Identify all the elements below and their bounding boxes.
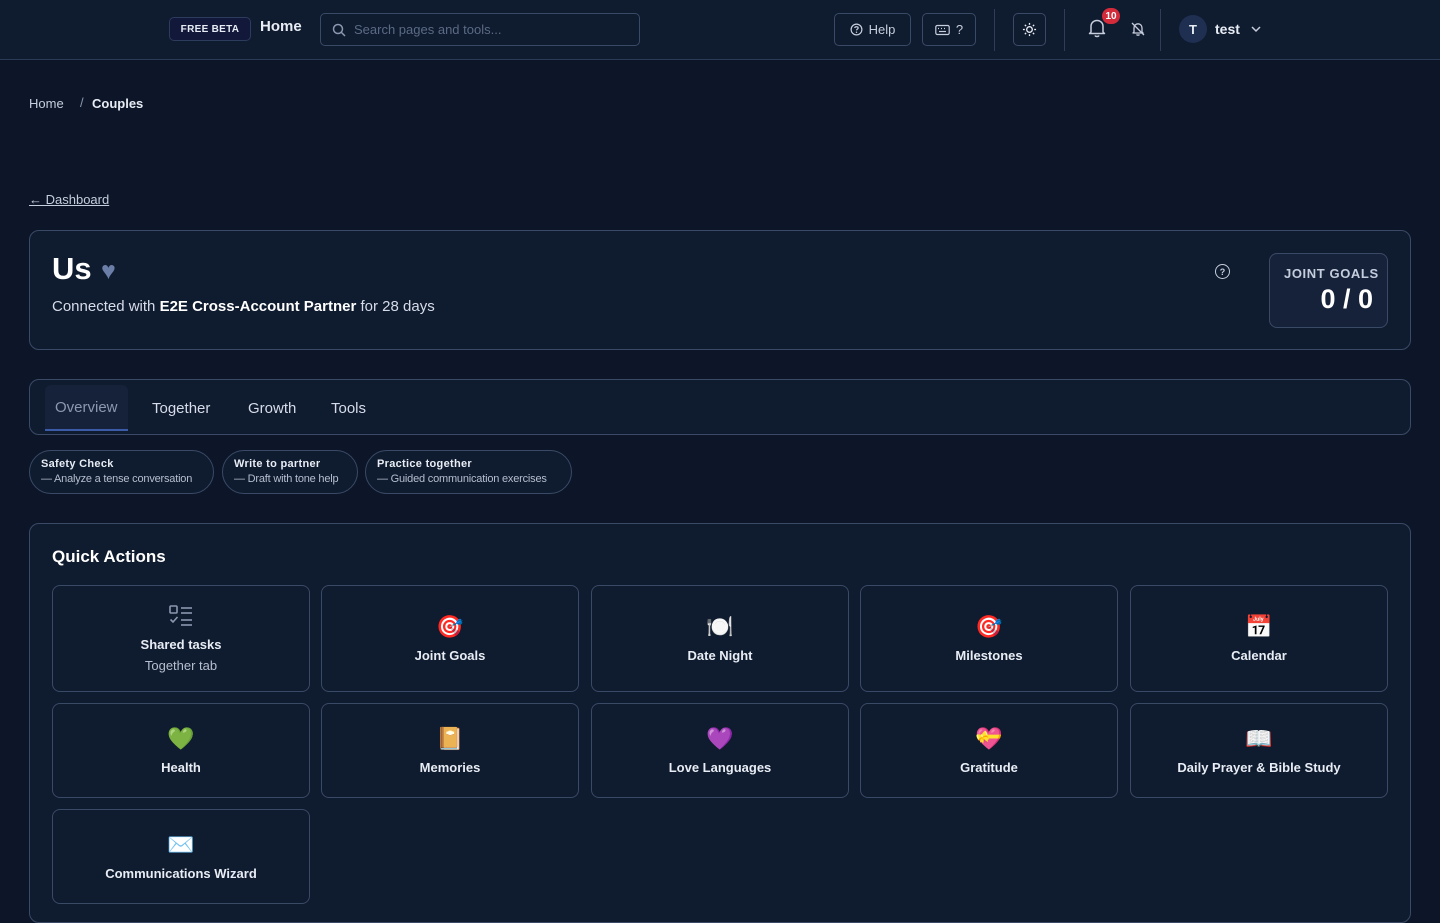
purple-heart-icon: 💜 [706, 726, 734, 751]
breadcrumb-separator: / [80, 95, 84, 110]
write-to-partner-chip[interactable]: Write to partner — Draft with tone help [222, 450, 358, 494]
breadcrumb-current: Couples [92, 96, 144, 111]
free-beta-badge: FREE BETA [169, 17, 251, 41]
connected-suffix: for 28 days [356, 298, 435, 315]
tile-sublabel: Together tab [144, 658, 218, 673]
shared-tasks-tile[interactable]: Shared tasks Together tab [52, 585, 310, 692]
tile-label: Milestones [955, 648, 1023, 663]
breadcrumb-home[interactable]: Home [29, 96, 64, 111]
tile-label: Joint Goals [414, 648, 486, 663]
theme-toggle-button[interactable] [1013, 13, 1046, 46]
notification-count-badge: 10 [1102, 8, 1120, 24]
keyboard-shortcuts-button[interactable]: ? [922, 13, 976, 46]
partner-name: E2E Cross-Account Partner [159, 298, 357, 315]
green-heart-icon: 💚 [167, 726, 195, 751]
notebook-icon: 📔 [436, 726, 464, 751]
chevron-down-icon[interactable] [1251, 25, 1261, 33]
divider [1064, 9, 1065, 51]
help-circle-icon [850, 23, 863, 36]
joint-goals-label: JOINT GOALS [1284, 266, 1379, 281]
help-button[interactable]: Help [834, 13, 911, 46]
connection-status: Connected with E2E Cross-Account Partner… [52, 298, 435, 315]
love-languages-tile[interactable]: 💜 Love Languages [591, 703, 849, 798]
top-navigation-bar: FREE BETA Home Help ? [0, 0, 1440, 60]
tab-together[interactable]: Together [142, 385, 220, 431]
gratitude-tile[interactable]: 💝 Gratitude [860, 703, 1118, 798]
memories-tile[interactable]: 📔 Memories [321, 703, 579, 798]
checklist-icon [169, 605, 192, 626]
joint-goals-value: 0 / 0 [1320, 284, 1373, 314]
tile-label: Shared tasks [140, 637, 222, 652]
tab-growth[interactable]: Growth [238, 385, 306, 431]
back-to-dashboard-link[interactable]: ← Dashboard [29, 192, 109, 207]
plate-icon: 🍽️ [706, 614, 734, 639]
joint-goals-counter: JOINT GOALS 0 / 0 [1269, 253, 1388, 328]
health-tile[interactable]: 💚 Health [52, 703, 310, 798]
page-title: Us [52, 251, 92, 286]
calendar-icon: 📅 [1245, 614, 1273, 639]
section-tabs: Overview Together Growth Tools [29, 379, 1411, 435]
search-box[interactable] [320, 13, 640, 46]
daily-prayer-tile[interactable]: 📖 Daily Prayer & Bible Study [1130, 703, 1388, 798]
avatar[interactable]: T [1179, 15, 1207, 43]
tile-label: Love Languages [668, 760, 772, 775]
search-icon [332, 23, 346, 37]
help-circle-icon[interactable]: ? [1215, 264, 1230, 279]
tile-label: Communications Wizard [105, 866, 257, 881]
tile-label: Health [161, 760, 201, 775]
username[interactable]: test [1215, 21, 1240, 37]
bell-off-icon [1131, 22, 1145, 36]
practice-together-chip[interactable]: Practice together — Guided communication… [365, 450, 572, 494]
heart-icon: ♥ [101, 257, 116, 285]
tile-label: Gratitude [960, 760, 1018, 775]
search-input[interactable] [354, 22, 624, 37]
couple-header-card: Us ♥ Connected with E2E Cross-Account Pa… [29, 230, 1411, 350]
chip-subtitle: — Draft with tone help [234, 473, 339, 485]
open-book-icon: 📖 [1245, 726, 1273, 751]
chip-title: Safety Check [41, 458, 114, 470]
date-night-tile[interactable]: 🍽️ Date Night [591, 585, 849, 692]
keyboard-icon [935, 24, 950, 35]
connected-prefix: Connected with [52, 298, 160, 315]
chip-subtitle: — Analyze a tense conversation [41, 473, 193, 485]
shortcuts-label: ? [955, 22, 964, 37]
chip-subtitle: — Guided communication exercises [377, 473, 547, 485]
help-label: Help [868, 22, 896, 37]
tile-label: Memories [419, 760, 481, 775]
tile-label: Date Night [687, 648, 753, 663]
calendar-tile[interactable]: 📅 Calendar [1130, 585, 1388, 692]
mute-notifications-button[interactable] [1130, 21, 1146, 37]
target-icon: 🎯 [975, 614, 1003, 639]
communications-wizard-tile[interactable]: ✉️ Communications Wizard [52, 809, 310, 904]
safety-check-chip[interactable]: Safety Check — Analyze a tense conversat… [29, 450, 214, 494]
tile-label: Calendar [1231, 648, 1287, 663]
quick-actions-title: Quick Actions [52, 547, 166, 566]
quick-actions-panel: Quick Actions Shared tasks Together tab … [29, 523, 1411, 923]
target-icon: 🎯 [436, 614, 464, 639]
chip-title: Write to partner [234, 458, 321, 470]
milestones-tile[interactable]: 🎯 Milestones [860, 585, 1118, 692]
envelope-icon: ✉️ [167, 832, 195, 857]
sun-icon [1022, 22, 1037, 37]
joint-goals-tile[interactable]: 🎯 Joint Goals [321, 585, 579, 692]
home-title[interactable]: Home [260, 18, 302, 35]
heart-ribbon-icon: 💝 [975, 726, 1003, 751]
divider [1160, 9, 1161, 51]
divider [994, 9, 995, 51]
tile-label: Daily Prayer & Bible Study [1177, 760, 1341, 775]
tab-overview[interactable]: Overview [45, 385, 128, 431]
tab-tools[interactable]: Tools [321, 385, 376, 431]
chip-title: Practice together [377, 458, 472, 470]
